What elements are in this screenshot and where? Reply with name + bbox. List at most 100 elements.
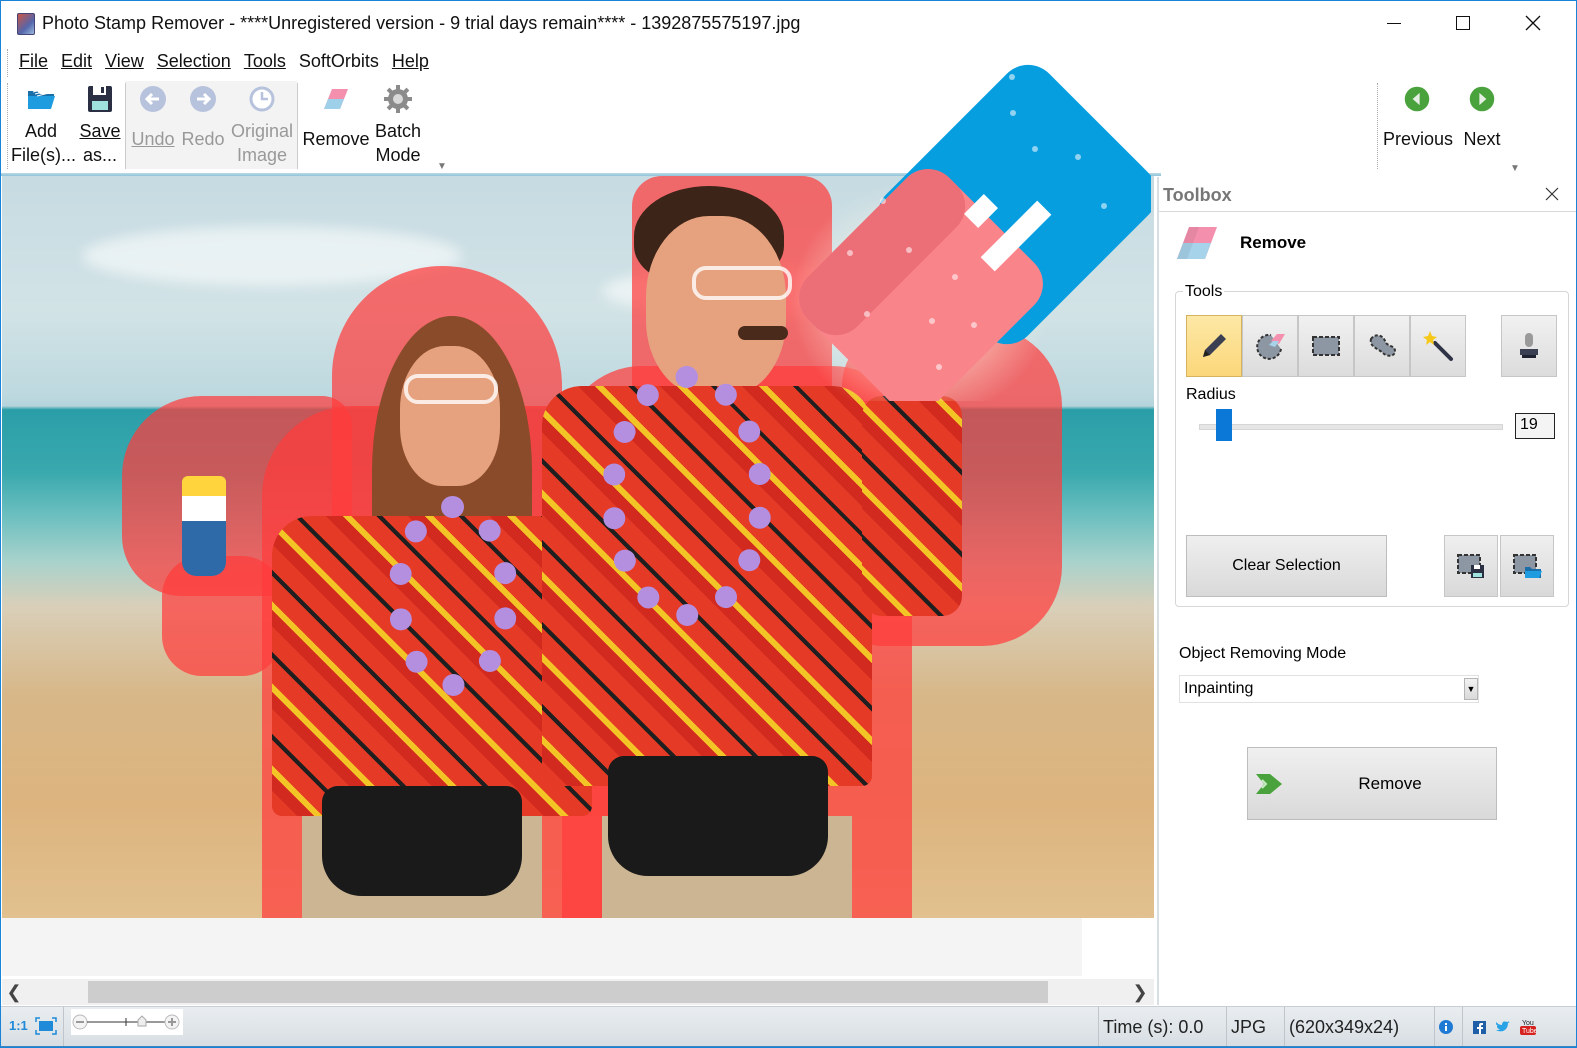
menu-help[interactable]: Help — [387, 49, 437, 77]
chevron-down-icon[interactable]: ▼ — [1464, 678, 1478, 700]
cocktail-glass — [182, 476, 226, 576]
pencil-icon — [1203, 334, 1226, 357]
remove-button-label: Remove — [1358, 774, 1422, 793]
toolbar-separator — [125, 83, 126, 169]
pencil-tool-button[interactable] — [1186, 315, 1242, 377]
youtube-icon[interactable]: YouTube — [1520, 1018, 1536, 1036]
save-as-button[interactable]: Save as... — [75, 79, 125, 167]
object-removing-mode-label: Object Removing Mode — [1179, 645, 1347, 662]
eraser-icon — [324, 89, 348, 109]
save-as-label-2: as... — [82, 145, 117, 165]
clock-icon — [249, 86, 275, 112]
status-format: JPG — [1226, 1007, 1284, 1047]
undo-button[interactable]: Undo — [129, 79, 177, 151]
open-folder-icon — [28, 88, 55, 109]
remove-button[interactable]: Remove — [1247, 747, 1497, 820]
toolbox-close-icon[interactable] — [1543, 185, 1561, 203]
tools-group-label: Tools — [1183, 283, 1225, 301]
add-files-button[interactable]: Add File(s)... — [11, 79, 76, 167]
radius-input[interactable]: 19 — [1515, 413, 1555, 439]
load-selection-button[interactable] — [1500, 535, 1554, 597]
horizontal-scrollbar[interactable]: ❮ ❯ — [2, 979, 1154, 1005]
scroll-left-button[interactable]: ❮ — [2, 979, 26, 1005]
green-right-arrow-icon — [1469, 86, 1495, 112]
batch-mode-label-2: Mode — [375, 145, 421, 165]
radius-slider-track[interactable] — [1199, 424, 1503, 430]
toolbox-divider — [1159, 211, 1576, 212]
app-window: Photo Stamp Remover - ****Unregistered v… — [0, 0, 1577, 1048]
magic-wand-tool-button[interactable] — [1410, 315, 1466, 377]
menu-softorbits[interactable]: SoftOrbits — [294, 49, 387, 77]
original-image-button[interactable]: Original Image — [229, 79, 295, 167]
next-button[interactable]: Next — [1459, 79, 1505, 151]
next-label: Next — [1463, 129, 1501, 149]
app-icon — [17, 13, 35, 35]
redo-button[interactable]: Redo — [179, 79, 227, 151]
scroll-right-button[interactable]: ❯ — [1128, 979, 1152, 1005]
toolbox-section-title: Remove — [1240, 233, 1306, 253]
save-as-label-1: Save — [79, 121, 121, 141]
nav-overflow-button[interactable]: ▼ — [1510, 163, 1520, 174]
menu-view-label: View — [105, 51, 144, 71]
menu-tools[interactable]: Tools — [239, 49, 294, 77]
close-button[interactable] — [1505, 7, 1561, 39]
scrollbar-thumb[interactable] — [88, 981, 1048, 1003]
save-selection-button[interactable] — [1444, 535, 1498, 597]
menu-tools-label: Tools — [243, 51, 286, 71]
selection-eraser-icon — [1256, 333, 1285, 360]
man-lei — [602, 366, 772, 626]
woman-glasses — [404, 374, 498, 404]
svg-text:Tube: Tube — [1522, 1028, 1536, 1035]
facebook-icon[interactable] — [1473, 1020, 1486, 1034]
status-time: Time (s): 0.0 — [1098, 1007, 1226, 1047]
toolbox-section-title-text: Remove — [1240, 233, 1307, 252]
lasso-selection-tool-button[interactable] — [1354, 315, 1410, 377]
previous-label: Previous — [1383, 129, 1454, 149]
title-bar: Photo Stamp Remover - ****Unregistered v… — [1, 1, 1576, 45]
original-image-label-2: Image — [236, 145, 288, 165]
menu-selection[interactable]: Selection — [152, 49, 239, 77]
menu-bar: File Edit View Selection Tools SoftOrbit… — [7, 49, 437, 77]
floppy-disk-icon — [88, 86, 112, 112]
zoom-1to1-button[interactable]: 1:1 — [9, 1018, 28, 1033]
clear-selection-button[interactable]: Clear Selection — [1186, 535, 1387, 597]
photo[interactable] — [2, 176, 1154, 918]
remove-toolbar-button[interactable]: Remove — [301, 79, 371, 151]
twitter-icon[interactable] — [1496, 1021, 1510, 1033]
selection-eraser-tool-button[interactable] — [1242, 315, 1298, 377]
social-links: YouTube — [1462, 1007, 1576, 1047]
zoom-slider-thumb[interactable] — [137, 1015, 147, 1027]
man-glasses — [692, 266, 792, 300]
menu-view[interactable]: View — [100, 49, 152, 77]
mode-select-value: Inpainting — [1184, 680, 1254, 697]
minimize-button[interactable] — [1366, 7, 1422, 39]
menu-edit[interactable]: Edit — [56, 49, 100, 77]
object-removing-mode-select[interactable]: Inpainting ▼ — [1179, 675, 1479, 703]
stamp-icon — [1520, 333, 1538, 358]
info-button[interactable] — [1434, 1007, 1462, 1047]
toolbox-title: Toolbox — [1163, 185, 1232, 205]
info-icon — [1439, 1020, 1453, 1034]
man-mustache — [738, 326, 788, 340]
man-arm — [862, 396, 962, 616]
add-files-label-1: Add — [24, 121, 58, 141]
zoom-slider[interactable] — [71, 1009, 183, 1035]
fit-to-window-icon[interactable] — [35, 1017, 57, 1035]
previous-button[interactable]: Previous — [1383, 79, 1454, 151]
image-canvas[interactable] — [2, 176, 1154, 976]
menu-file[interactable]: File — [14, 49, 56, 77]
man-fanny-pack — [608, 756, 828, 876]
toolbar: Add File(s)... Save as... Undo Redo Orig… — [1, 79, 1576, 175]
woman-fanny-pack — [322, 786, 522, 896]
maximize-button[interactable] — [1435, 7, 1491, 39]
green-left-arrow-icon — [1404, 86, 1430, 112]
stamp-tool-button[interactable] — [1501, 315, 1557, 377]
close-icon — [1525, 15, 1541, 31]
radius-slider-thumb[interactable] — [1216, 409, 1233, 441]
batch-mode-button[interactable]: Batch Mode — [373, 79, 423, 167]
rectangle-selection-tool-button[interactable] — [1298, 315, 1354, 377]
redo-label: Redo — [181, 129, 225, 149]
woman-face — [400, 346, 500, 486]
toolbar-overflow-button[interactable]: ▼ — [437, 161, 447, 172]
menu-selection-label: Selection — [156, 51, 231, 71]
